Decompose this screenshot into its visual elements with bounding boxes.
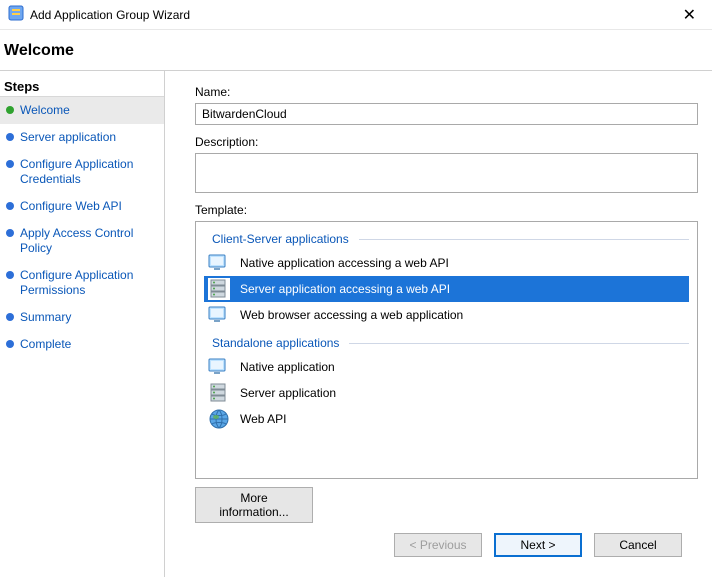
template-item-label: Server application accessing a web API [240,282,450,296]
main-panel: Name: Description: Template: Client-Serv… [165,71,712,577]
template-item[interactable]: Web browser accessing a web application [204,302,689,328]
template-item-label: Web API [240,412,286,426]
step-label: Configure Web API [20,199,122,214]
step-bullet-icon [6,133,14,141]
step-configure-application-credentials[interactable]: Configure Application Credentials [0,151,164,193]
template-item[interactable]: Server application [204,380,689,406]
description-input[interactable] [195,153,698,193]
template-list: Client-Server applications Native applica… [195,221,698,479]
template-group-heading: Client-Server applications [204,232,689,246]
step-bullet-icon [6,313,14,321]
next-button[interactable]: Next > [494,533,582,557]
step-welcome[interactable]: Welcome [0,97,164,124]
description-label: Description: [195,135,698,149]
name-input[interactable] [195,103,698,125]
step-summary[interactable]: Summary [0,304,164,331]
step-label: Apply Access Control Policy [20,226,156,256]
step-bullet-icon [6,340,14,348]
step-label: Configure Application Permissions [20,268,156,298]
step-apply-access-control-policy[interactable]: Apply Access Control Policy [0,220,164,262]
template-label: Template: [195,203,698,217]
globe-icon [208,408,230,430]
step-label: Configure Application Credentials [20,157,156,187]
step-configure-application-permissions[interactable]: Configure Application Permissions [0,262,164,304]
monitor-icon [208,356,230,378]
step-bullet-icon [6,271,14,279]
server-icon [208,382,230,404]
step-label: Summary [20,310,71,325]
step-label: Welcome [20,103,70,118]
monitor-api-icon [208,252,230,274]
template-item-label: Web browser accessing a web application [240,308,463,322]
previous-button[interactable]: < Previous [394,533,482,557]
template-item[interactable]: Native application [204,354,689,380]
steps-sidebar: Steps Welcome Server application Configure… [0,71,165,577]
more-information-button[interactable]: More information... [195,487,313,523]
template-group-heading: Standalone applications [204,336,689,350]
button-bar: < Previous Next > Cancel [195,523,698,569]
name-label: Name: [195,85,698,99]
app-icon [8,5,24,24]
monitor-app-icon [208,304,230,326]
step-label: Server application [20,130,116,145]
step-configure-web-api[interactable]: Configure Web API [0,193,164,220]
template-item-label: Native application accessing a web API [240,256,449,270]
group-divider [349,343,689,344]
template-item[interactable]: Native application accessing a web API [204,250,689,276]
page-title: Welcome [0,30,712,70]
close-icon[interactable]: ✕ [675,5,704,25]
step-server-application[interactable]: Server application [0,124,164,151]
step-complete[interactable]: Complete [0,331,164,358]
template-group-label: Standalone applications [204,336,343,350]
steps-heading: Steps [0,77,164,97]
group-divider [359,239,689,240]
step-bullet-icon [6,106,14,114]
step-label: Complete [20,337,71,352]
server-api-icon [208,278,230,300]
cancel-button[interactable]: Cancel [594,533,682,557]
step-bullet-icon [6,160,14,168]
template-group-label: Client-Server applications [204,232,353,246]
window-title: Add Application Group Wizard [30,8,675,22]
step-bullet-icon [6,229,14,237]
template-item-label: Native application [240,360,335,374]
template-item[interactable]: Server application accessing a web API [204,276,689,302]
title-bar: Add Application Group Wizard ✕ [0,0,712,30]
template-item-label: Server application [240,386,336,400]
template-item[interactable]: Web API [204,406,689,432]
step-bullet-icon [6,202,14,210]
